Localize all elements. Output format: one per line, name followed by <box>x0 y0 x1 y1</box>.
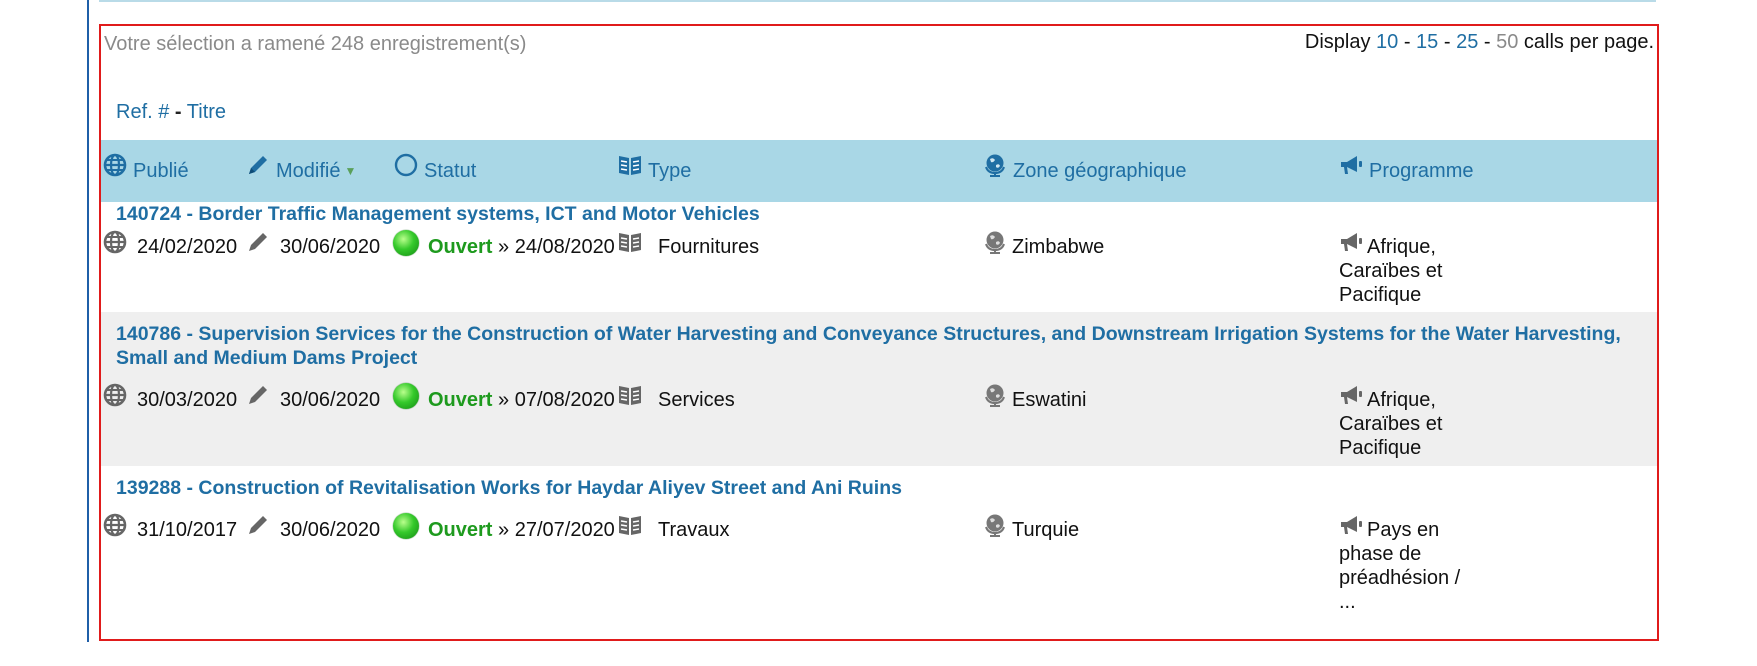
pencil-icon <box>246 230 270 259</box>
book-icon <box>618 230 642 259</box>
deadline-date: » 07/08/2020 <box>498 389 615 411</box>
status-label: Ouvert <box>428 389 493 411</box>
sort-title-link[interactable]: Titre <box>187 101 226 123</box>
deadline-date: » 24/08/2020 <box>498 236 615 258</box>
row-title-link[interactable]: 140786 - Supervision Services for the Co… <box>116 322 1636 370</box>
sort-ref-link[interactable]: Ref. # <box>116 101 169 123</box>
published-date: 24/02/2020 <box>137 236 238 258</box>
top-strip <box>99 0 1656 2</box>
left-border-line <box>87 0 89 642</box>
type-value: Services <box>658 389 735 411</box>
pencil-icon <box>246 513 270 542</box>
programme-value: Pays en phase de préadhésion / ... <box>1339 519 1461 613</box>
book-icon <box>618 513 642 542</box>
page-size-prefix: Display <box>1304 31 1371 53</box>
column-zone-label: Zone géographique <box>1013 159 1187 182</box>
modified-date: 30/06/2020 <box>280 389 381 411</box>
circle-icon <box>394 153 424 183</box>
column-type[interactable]: Type <box>618 140 691 202</box>
deadline-date: » 27/07/2020 <box>498 519 615 541</box>
programme-value: Afrique, Caraïbes et Pacifique <box>1339 236 1443 306</box>
pencil-icon <box>246 383 270 412</box>
column-published-label: Publié <box>133 159 189 182</box>
megaphone-icon <box>1339 156 1369 183</box>
book-icon <box>618 383 642 412</box>
modified-date: 30/06/2020 <box>280 236 381 258</box>
published-date: 31/10/2017 <box>137 519 238 541</box>
sort-separator: - <box>174 101 182 123</box>
modified-date: 30/06/2020 <box>280 519 381 541</box>
page-size-50-current: 50 <box>1496 31 1519 53</box>
globe-icon <box>103 153 133 183</box>
table-row: 139288 - Construction of Revitalisation … <box>101 466 1657 639</box>
result-count: Votre sélection a ramené 248 enregistrem… <box>104 33 527 55</box>
column-programme[interactable]: Programme <box>1339 140 1473 202</box>
column-modified-label: Modifié <box>276 159 341 182</box>
globe-icon <box>103 513 127 542</box>
pencil-icon <box>246 156 276 183</box>
results-panel: Votre sélection a ramené 248 enregistrem… <box>99 24 1659 641</box>
sort-caret-icon: ▼ <box>344 164 357 178</box>
column-status[interactable]: Statut <box>394 140 476 202</box>
status-label: Ouvert <box>428 236 493 258</box>
status-label: Ouvert <box>428 519 493 541</box>
column-published[interactable]: Publié <box>103 140 189 202</box>
globe-icon <box>103 383 127 412</box>
column-status-label: Statut <box>424 159 477 182</box>
page-size-25-link[interactable]: 25 <box>1456 31 1478 53</box>
page-size-selector: Display 10 - 15 - 25 - 50 calls per page… <box>1304 31 1654 53</box>
status-cell: Ouvert » 07/08/2020 <box>428 388 615 412</box>
book-icon <box>618 156 648 183</box>
zone-value: Turquie <box>1012 519 1080 541</box>
world-globe-icon <box>983 383 1007 412</box>
world-globe-icon <box>983 513 1007 542</box>
status-open-icon <box>393 383 419 409</box>
column-modified[interactable]: Modifié ▼ <box>246 140 356 202</box>
status-cell: Ouvert » 27/07/2020 <box>428 518 615 542</box>
sort-links: Ref. # - Titre <box>116 101 226 124</box>
zone-value: Zimbabwe <box>1012 236 1105 258</box>
world-globe-icon <box>983 230 1007 259</box>
column-programme-label: Programme <box>1369 159 1474 182</box>
column-type-label: Type <box>648 159 692 182</box>
page-size-suffix: calls per page. <box>1523 31 1654 53</box>
column-header-bar: Publié Modifié ▼ Statut Type Zone géogra… <box>101 140 1657 202</box>
type-value: Travaux <box>658 519 730 541</box>
status-open-icon <box>393 513 419 539</box>
column-zone[interactable]: Zone géographique <box>983 140 1186 202</box>
published-date: 30/03/2020 <box>137 389 238 411</box>
row-title-link[interactable]: 140724 - Border Traffic Management syste… <box>116 202 1636 226</box>
programme-value: Afrique, Caraïbes et Pacifique <box>1339 389 1443 459</box>
status-open-icon <box>393 230 419 256</box>
status-cell: Ouvert » 24/08/2020 <box>428 235 615 259</box>
row-title-link[interactable]: 139288 - Construction of Revitalisation … <box>116 476 1636 500</box>
page-size-10-link[interactable]: 10 <box>1376 31 1398 53</box>
table-row: 140786 - Supervision Services for the Co… <box>101 312 1657 466</box>
type-value: Fournitures <box>658 236 760 258</box>
page-size-15-link[interactable]: 15 <box>1416 31 1438 53</box>
zone-value: Eswatini <box>1012 389 1087 411</box>
globe-icon <box>103 230 127 259</box>
world-globe-icon <box>983 154 1013 183</box>
